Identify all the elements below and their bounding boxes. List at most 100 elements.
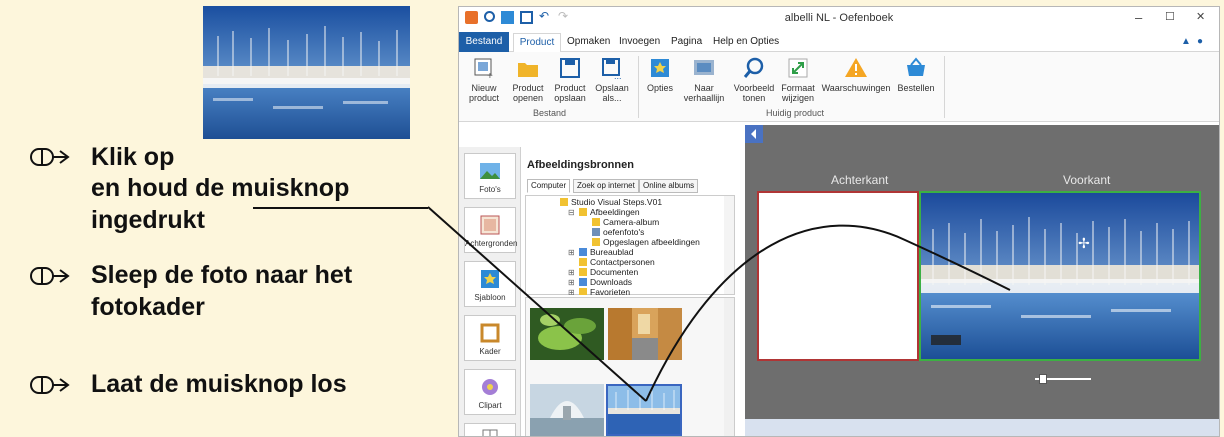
move-cursor-icon: ✢ <box>1078 235 1090 251</box>
menu-file[interactable]: Bestand <box>459 32 509 52</box>
expand-icon[interactable]: ⊞ <box>568 288 576 295</box>
menu-bar: Bestand Product Opmaken Invoegen Pagina … <box>459 32 1219 53</box>
sidebar-item-frame[interactable]: Kader <box>464 315 516 361</box>
save-as-icon: ... <box>602 58 622 80</box>
group-label-file: Bestand <box>533 108 567 118</box>
tree-scrollbar[interactable] <box>724 196 734 294</box>
sidebar-item-backgrounds[interactable]: Achtergronden <box>464 207 517 253</box>
folder-icon <box>579 248 587 256</box>
template-icon <box>481 270 499 288</box>
tab-pagina[interactable]: Pagina <box>671 36 702 47</box>
preview-icon <box>743 57 764 78</box>
instruction-panel: Klik op en houd de muisknop ingedrukt Sl… <box>0 0 445 437</box>
group-label-current-product: Huidig product <box>766 108 825 118</box>
svg-text:...: ... <box>614 71 622 80</box>
connector-line <box>253 207 428 209</box>
zoom-slider[interactable] <box>1031 374 1099 384</box>
tree-item[interactable]: ⊟ Afbeeldingen <box>568 207 640 217</box>
clipart-icon <box>482 379 498 395</box>
canvas-area: Achterkant Voorkant ✢ <box>745 125 1219 436</box>
group-separator <box>944 56 945 118</box>
photo-thumbnails: ✔ <box>525 297 735 436</box>
collapse-icon[interactable]: ⊟ <box>568 208 576 217</box>
sidebar-item-clipart[interactable]: Clipart <box>464 369 516 415</box>
tree-item-selected[interactable]: oefenfoto's <box>592 227 644 237</box>
folder-icon <box>579 268 587 276</box>
folder-open-icon <box>518 63 538 77</box>
image-sources-panel: Afbeeldingsbronnen Computer Zoek op inte… <box>523 147 741 436</box>
sidebar-item-photos[interactable]: Foto's <box>464 153 516 199</box>
thumbs-scrollbar[interactable] <box>724 298 734 436</box>
folder-tree: Studio Visual Steps.V01 ⊟ Afbeeldingen Ca… <box>525 195 735 295</box>
left-sidebar: Foto's Achtergronden Sjabloon Kader Clip… <box>459 147 521 436</box>
frame-icon <box>480 323 500 343</box>
tree-item[interactable]: ⊞ Documenten <box>568 267 638 277</box>
tree-item[interactable]: ⊞ Favorieten <box>568 287 630 295</box>
photo-thumbnail-street[interactable] <box>608 308 682 360</box>
collapse-panel-button[interactable] <box>745 125 763 143</box>
close-button[interactable]: ✕ <box>1196 10 1205 23</box>
resize-button[interactable]: Formaat wijzigen <box>775 56 821 103</box>
folder-icon <box>579 278 587 286</box>
expand-icon[interactable]: ⊞ <box>568 268 576 277</box>
maximize-button[interactable]: ☐ <box>1165 10 1175 23</box>
chevron-left-icon <box>751 129 756 139</box>
order-button[interactable]: Bestellen <box>893 56 939 93</box>
tab-opmaken[interactable]: Opmaken <box>567 36 610 47</box>
photo-thumbnail-leaves[interactable] <box>530 308 604 360</box>
ribbon: + Nieuw product Product openen Product opsl… <box>459 52 1219 122</box>
bottom-toolbar <box>745 419 1219 436</box>
folder-icon <box>579 288 587 295</box>
tab-online-albums[interactable]: Online albums <box>639 179 699 193</box>
tab-computer[interactable]: Computer <box>527 179 571 193</box>
tab-invoegen[interactable]: Invoegen <box>619 36 660 47</box>
warnings-button[interactable]: Waarschuwingen <box>821 56 891 93</box>
sidebar-item-layout[interactable] <box>464 423 516 436</box>
folder-icon <box>560 198 568 206</box>
front-cover-label: Voorkant <box>1063 173 1111 187</box>
folder-icon <box>592 218 600 226</box>
tree-item[interactable]: ⊞ Downloads <box>568 277 632 287</box>
harbor-thumbnail-photo[interactable] <box>203 6 410 139</box>
storyline-button[interactable]: Naar verhaallijn <box>681 56 727 103</box>
new-product-button[interactable]: + Nieuw product <box>461 56 507 103</box>
front-cover-photo-frame[interactable] <box>919 191 1201 361</box>
save-as-button[interactable]: ... Opslaan als... <box>589 56 635 103</box>
tree-item[interactable]: Camera-album <box>592 217 659 227</box>
back-cover-page[interactable] <box>757 191 919 361</box>
save-product-button[interactable]: Product opslaan <box>547 56 593 103</box>
folder-icon <box>579 208 587 216</box>
step1-text-line3: ingedrukt <box>91 206 205 234</box>
help-icon[interactable]: ● <box>1197 36 1203 47</box>
photo-thumbnail-fountain[interactable] <box>530 384 604 436</box>
folder-icon <box>592 228 600 236</box>
mouse-pointer-icon <box>30 376 70 394</box>
layout-icon <box>482 429 498 436</box>
expand-icon[interactable]: ⊞ <box>568 278 576 287</box>
window-title: albelli NL - Oefenboek <box>784 12 894 24</box>
svg-text:+: + <box>487 71 493 80</box>
photo-thumbnail-harbor-selected[interactable] <box>606 384 682 436</box>
new-product-icon: + <box>474 58 493 80</box>
collapse-ribbon-icon[interactable]: ▲ <box>1181 36 1191 47</box>
basket-icon <box>907 57 925 76</box>
step1-text-line1: Klik op <box>91 143 175 171</box>
open-product-button[interactable]: Product openen <box>505 56 551 103</box>
screenshot-root: Klik op en houd de muisknop ingedrukt Sl… <box>0 0 1224 437</box>
tab-product[interactable]: Product <box>513 33 561 53</box>
options-button[interactable]: Opties <box>637 56 683 93</box>
tree-item[interactable]: ⊞ Bureaublad <box>568 247 633 257</box>
zoom-slider-handle[interactable] <box>1039 374 1047 384</box>
tab-search-internet[interactable]: Zoek op internet <box>573 179 639 193</box>
tab-help[interactable]: Help en Opties <box>713 36 779 47</box>
minimize-button[interactable]: – <box>1135 10 1142 25</box>
expand-icon[interactable]: ⊞ <box>568 248 576 257</box>
sidebar-item-template[interactable]: Sjabloon <box>464 261 516 307</box>
tree-item[interactable]: Studio Visual Steps.V01 <box>560 197 662 207</box>
tree-item[interactable]: Opgeslagen afbeeldingen <box>592 237 700 247</box>
tree-item[interactable]: Contactpersonen <box>579 257 655 267</box>
title-bar: ↶ ↷ albelli NL - Oefenboek – ☐ ✕ <box>459 7 1219 31</box>
folder-icon <box>579 258 587 266</box>
step2-text-line2: fotokader <box>91 293 205 321</box>
preview-button[interactable]: Voorbeeld tonen <box>731 56 777 103</box>
